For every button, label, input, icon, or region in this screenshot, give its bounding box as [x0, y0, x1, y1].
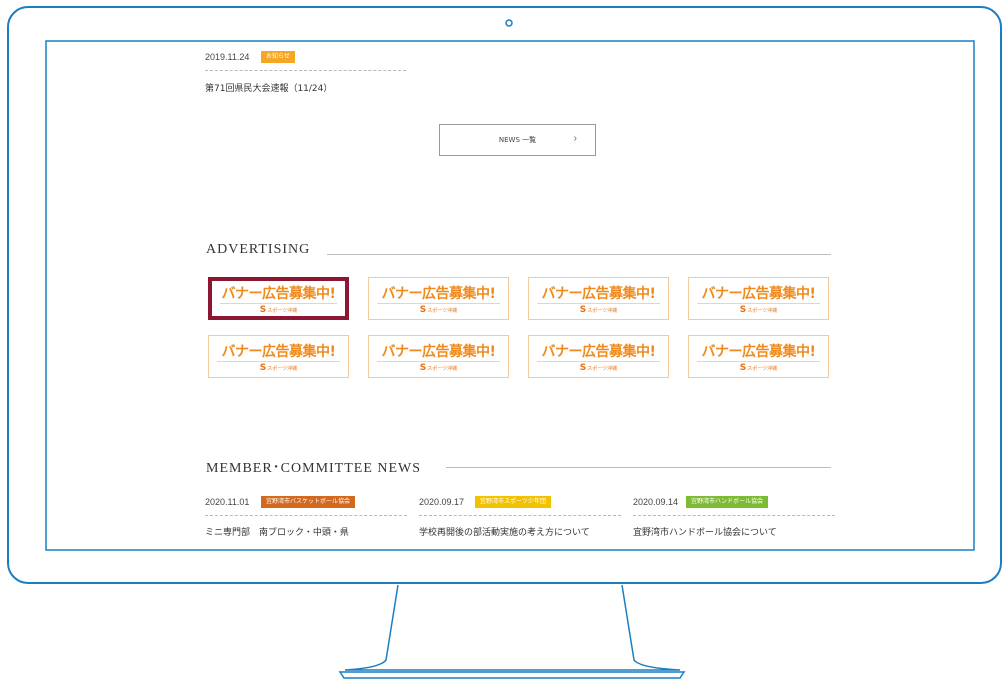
- member-news-date: 2020.09.17: [419, 497, 465, 507]
- ad-banner-logo-text: スポーツ沖縄: [747, 308, 778, 314]
- ad-banner[interactable]: バナー広告募集中! Sスポーツ沖縄: [368, 335, 509, 378]
- ad-banner-text: バナー広告募集中!: [541, 344, 656, 360]
- ad-banner-logo-text: スポーツ沖縄: [267, 366, 298, 372]
- ad-banner-text: バナー広告募集中!: [381, 286, 496, 302]
- member-news-date: 2020.09.14: [633, 497, 679, 507]
- news-divider: [205, 70, 406, 71]
- ad-banner-logo: Sスポーツ沖縄: [369, 363, 508, 373]
- member-news-title[interactable]: 宜野湾市ハンドボール協会について: [633, 525, 777, 538]
- member-news-rule: [446, 467, 831, 468]
- member-news-tag: 宜野湾市スポーツ少年団: [475, 496, 551, 508]
- ad-banner-text: バナー広告募集中!: [701, 286, 816, 302]
- ad-banner-logo: Sスポーツ沖縄: [209, 363, 348, 373]
- ad-banner-text: バナー広告募集中!: [221, 344, 336, 360]
- screen-content: 2019.11.24 お知らせ 第71回県民大会速報（11/24） NEWS 一…: [47, 42, 973, 549]
- ad-banner-logo: Sスポーツ沖縄: [689, 305, 828, 315]
- news-date: 2019.11.24: [205, 52, 250, 62]
- ad-banner-logo: Sスポーツ沖縄: [369, 305, 508, 315]
- ad-banner-text: バナー広告募集中!: [541, 286, 656, 302]
- member-news-heading: MEMBER･COMMITTEE NEWS: [206, 461, 422, 476]
- monitor-base: [338, 671, 686, 679]
- ad-banner[interactable]: バナー広告募集中! Sスポーツ沖縄: [208, 277, 349, 320]
- news-title[interactable]: 第71回県民大会速報（11/24）: [205, 81, 332, 94]
- ad-banner[interactable]: バナー広告募集中! Sスポーツ沖縄: [528, 277, 669, 320]
- ad-banner-text: バナー広告募集中!: [221, 286, 336, 302]
- ad-banner-text: バナー広告募集中!: [701, 344, 816, 360]
- ad-banner[interactable]: バナー広告募集中! Sスポーツ沖縄: [528, 335, 669, 378]
- member-news-title[interactable]: 学校再開後の部活動実施の考え方について: [419, 525, 590, 538]
- ad-banner-logo-text: スポーツ沖縄: [267, 308, 298, 314]
- ad-banner-logo: Sスポーツ沖縄: [212, 305, 345, 315]
- advertising-heading: ADVERTISING: [206, 242, 311, 257]
- sports-logo-icon: S: [259, 363, 267, 373]
- ad-banner-logo-text: スポーツ沖縄: [747, 366, 778, 372]
- ad-banner-divider: [537, 303, 660, 304]
- advertising-rule: [327, 254, 831, 255]
- ad-banner-divider: [377, 303, 500, 304]
- sports-logo-icon: S: [739, 305, 747, 315]
- monitor-stand: [344, 584, 681, 671]
- member-news-divider: [633, 515, 835, 516]
- member-news-tag: 宜野湾市バスケットボール協会: [261, 496, 356, 508]
- ad-banner-divider: [220, 303, 337, 304]
- ad-banner-logo-text: スポーツ沖縄: [427, 366, 458, 372]
- member-news-title[interactable]: ミニ専門部 南ブロック・中頭・県: [205, 525, 349, 538]
- ad-banner[interactable]: バナー広告募集中! Sスポーツ沖縄: [688, 335, 829, 378]
- ad-banner-divider: [377, 361, 500, 362]
- ad-banner-logo-text: スポーツ沖縄: [587, 308, 618, 314]
- ad-banner[interactable]: バナー広告募集中! Sスポーツ沖縄: [208, 335, 349, 378]
- ad-banner-text: バナー広告募集中!: [381, 344, 496, 360]
- member-news-tag: 宜野湾市ハンドボール協会: [686, 496, 769, 508]
- ad-banner-logo-text: スポーツ沖縄: [427, 308, 458, 314]
- ad-banner-logo: Sスポーツ沖縄: [529, 363, 668, 373]
- sports-logo-icon: S: [419, 363, 427, 373]
- ad-banner[interactable]: バナー広告募集中! Sスポーツ沖縄: [688, 277, 829, 320]
- member-news-item[interactable]: 2020.09.17 宜野湾市スポーツ少年団 学校再開後の部活動実施の考え方につ…: [419, 495, 621, 545]
- news-tag-notice: お知らせ: [261, 51, 295, 63]
- news-list-label: NEWS 一覧: [498, 136, 537, 144]
- news-item-top[interactable]: 2019.11.24 お知らせ 第71回県民大会速報（11/24）: [205, 50, 406, 95]
- member-news-item[interactable]: 2020.09.14 宜野湾市ハンドボール協会 宜野湾市ハンドボール協会について: [633, 495, 835, 545]
- ad-banner-logo: Sスポーツ沖縄: [529, 305, 668, 315]
- ad-banner-divider: [697, 361, 820, 362]
- ad-banner[interactable]: バナー広告募集中! Sスポーツ沖縄: [368, 277, 509, 320]
- chevron-right-icon: ›: [573, 133, 577, 144]
- sports-logo-icon: S: [259, 305, 267, 315]
- ad-banner-divider: [697, 303, 820, 304]
- ad-banner-logo-text: スポーツ沖縄: [587, 366, 618, 372]
- member-news-divider: [419, 515, 621, 516]
- news-list-button[interactable]: NEWS 一覧 ›: [439, 124, 596, 156]
- ad-banner-divider: [217, 361, 340, 362]
- sports-logo-icon: S: [739, 363, 747, 373]
- ad-banner-logo: Sスポーツ沖縄: [689, 363, 828, 373]
- member-news-divider: [205, 515, 407, 516]
- member-news-date: 2020.11.01: [205, 497, 250, 507]
- member-news-item[interactable]: 2020.11.01 宜野湾市バスケットボール協会 ミニ専門部 南ブロック・中頭…: [205, 495, 407, 545]
- sports-logo-icon: S: [419, 305, 427, 315]
- sports-logo-icon: S: [579, 363, 587, 373]
- sports-logo-icon: S: [579, 305, 587, 315]
- ad-banner-divider: [537, 361, 660, 362]
